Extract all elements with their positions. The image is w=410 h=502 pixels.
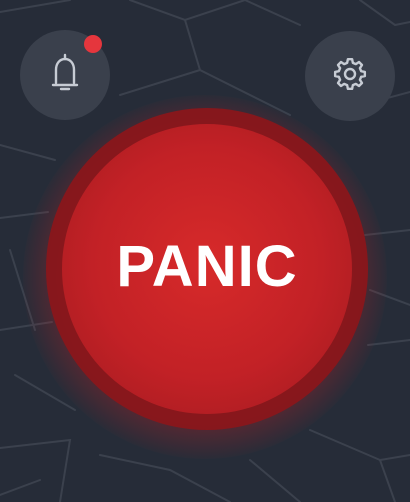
bell-icon <box>49 51 81 100</box>
panic-label: PANIC <box>116 233 298 299</box>
notification-badge <box>84 35 102 53</box>
panic-screen: PANIC <box>0 0 410 502</box>
settings-button[interactable] <box>305 31 395 121</box>
panic-button[interactable]: PANIC <box>62 124 352 414</box>
gear-icon <box>330 54 370 99</box>
